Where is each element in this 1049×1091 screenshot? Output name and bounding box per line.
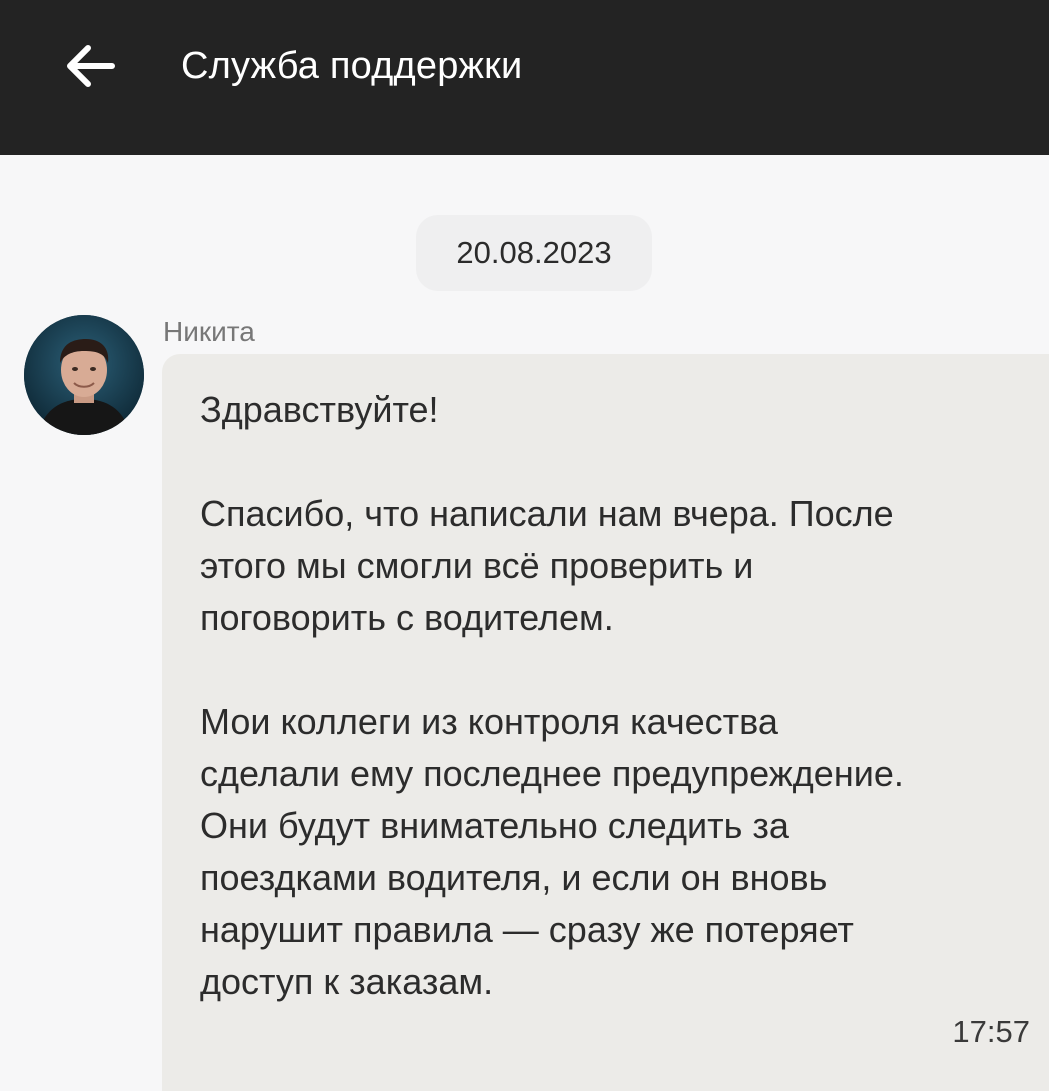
message-text: Здравствуйте! Спасибо, что написали нам … bbox=[200, 389, 904, 1002]
avatar-photo bbox=[24, 315, 144, 435]
arrow-left-icon bbox=[67, 45, 115, 87]
back-button[interactable] bbox=[56, 32, 124, 100]
page-title: Служба поддержки bbox=[181, 45, 523, 87]
message-bubble[interactable]: Здравствуйте! Спасибо, что написали нам … bbox=[162, 354, 1049, 1091]
avatar[interactable] bbox=[24, 315, 144, 435]
date-separator: 20.08.2023 bbox=[416, 215, 652, 291]
top-app-bar: Служба поддержки bbox=[0, 0, 1049, 155]
message-time: 17:57 bbox=[952, 1014, 1030, 1049]
sender-name: Никита bbox=[163, 316, 255, 347]
